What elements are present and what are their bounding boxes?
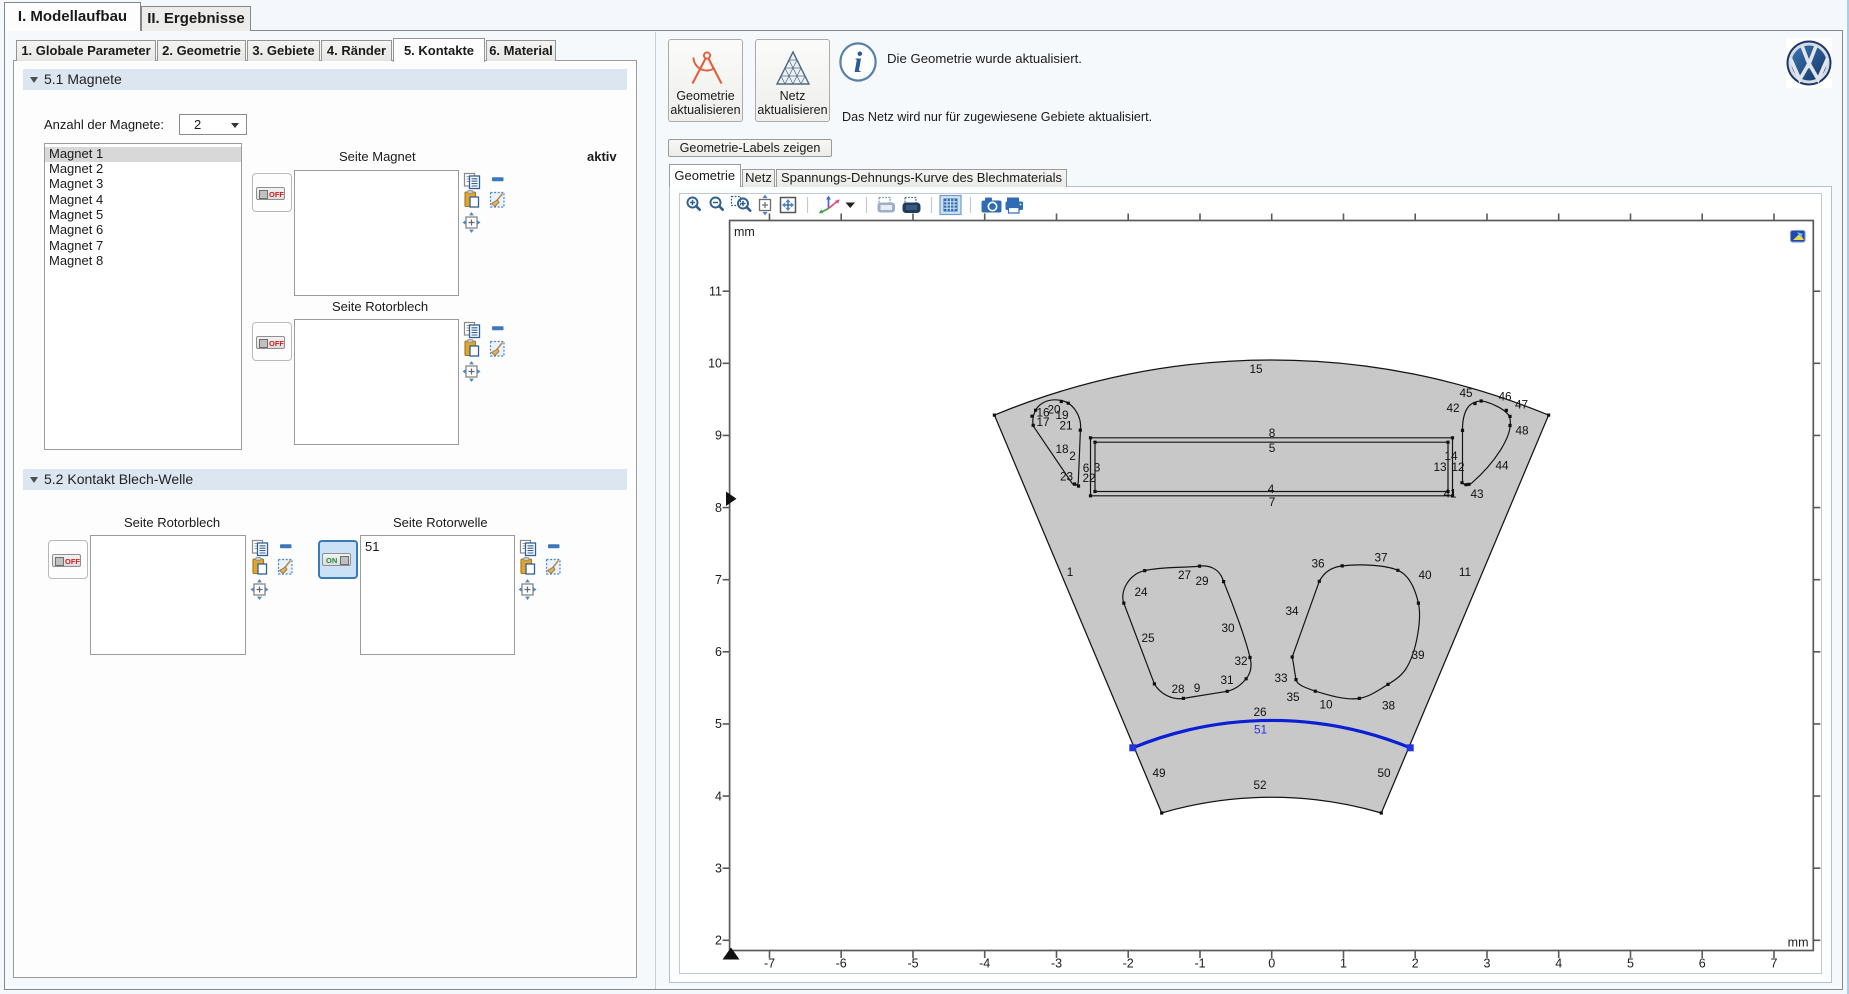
svg-text:0: 0 — [1268, 957, 1275, 971]
svg-text:2: 2 — [1412, 957, 1419, 971]
svg-text:5: 5 — [1269, 441, 1276, 455]
svg-text:mm: mm — [1788, 936, 1809, 950]
svg-text:-2: -2 — [1123, 957, 1134, 971]
svg-text:45: 45 — [1459, 386, 1473, 400]
svg-text:mm: mm — [734, 225, 755, 239]
svg-text:-7: -7 — [764, 957, 775, 971]
svg-text:-6: -6 — [836, 957, 847, 971]
svg-text:39: 39 — [1411, 648, 1424, 662]
svg-text:24: 24 — [1134, 585, 1148, 599]
svg-text:10: 10 — [708, 357, 722, 371]
svg-text:52: 52 — [1253, 778, 1266, 792]
svg-text:18: 18 — [1055, 442, 1069, 456]
svg-text:10: 10 — [1319, 698, 1333, 712]
svg-text:11: 11 — [1459, 565, 1471, 579]
svg-text:36: 36 — [1311, 557, 1325, 571]
svg-text:27: 27 — [1178, 568, 1191, 582]
svg-text:-3: -3 — [1051, 957, 1062, 971]
svg-text:30: 30 — [1221, 621, 1235, 635]
svg-text:46: 46 — [1498, 390, 1512, 404]
svg-text:42: 42 — [1446, 401, 1459, 415]
svg-text:22: 22 — [1082, 471, 1095, 485]
svg-text:51: 51 — [1254, 723, 1267, 737]
svg-text:34: 34 — [1285, 604, 1299, 618]
svg-text:7: 7 — [1269, 495, 1276, 509]
svg-text:40: 40 — [1418, 568, 1432, 582]
svg-text:2: 2 — [1069, 449, 1076, 463]
svg-text:17: 17 — [1036, 415, 1049, 429]
svg-text:8: 8 — [1269, 426, 1276, 440]
svg-text:31: 31 — [1220, 673, 1233, 687]
svg-text:2: 2 — [715, 934, 722, 948]
svg-text:3: 3 — [715, 862, 722, 876]
svg-text:7: 7 — [715, 573, 722, 587]
svg-text:5: 5 — [715, 717, 722, 731]
svg-text:11: 11 — [709, 285, 722, 299]
svg-text:28: 28 — [1171, 682, 1185, 696]
svg-text:13: 13 — [1433, 460, 1447, 474]
svg-text:6: 6 — [715, 645, 722, 659]
svg-text:48: 48 — [1515, 424, 1529, 438]
svg-text:8: 8 — [715, 501, 722, 515]
svg-text:15: 15 — [1249, 362, 1263, 376]
svg-text:-1: -1 — [1194, 957, 1205, 971]
svg-text:1: 1 — [1340, 957, 1347, 971]
svg-text:-5: -5 — [907, 957, 918, 971]
svg-text:47: 47 — [1515, 398, 1528, 412]
svg-text:5: 5 — [1627, 957, 1634, 971]
svg-text:26: 26 — [1253, 705, 1267, 719]
svg-text:33: 33 — [1274, 671, 1288, 685]
svg-text:44: 44 — [1495, 459, 1509, 473]
svg-text:4: 4 — [1555, 957, 1562, 971]
svg-text:4: 4 — [1268, 482, 1275, 496]
svg-text:43: 43 — [1470, 487, 1484, 501]
svg-text:-4: -4 — [979, 957, 990, 971]
svg-text:12: 12 — [1451, 460, 1464, 474]
svg-text:7: 7 — [1771, 957, 1778, 971]
svg-text:50: 50 — [1377, 766, 1391, 780]
svg-text:32: 32 — [1234, 654, 1247, 668]
svg-text:i: i — [854, 46, 863, 79]
svg-text:21: 21 — [1059, 419, 1072, 433]
svg-text:1: 1 — [1067, 565, 1074, 579]
svg-text:6: 6 — [1699, 957, 1706, 971]
svg-text:9: 9 — [715, 429, 722, 443]
svg-text:35: 35 — [1286, 690, 1300, 704]
svg-text:29: 29 — [1195, 574, 1208, 588]
svg-text:3: 3 — [1484, 957, 1491, 971]
svg-text:49: 49 — [1152, 766, 1165, 780]
svg-text:25: 25 — [1141, 631, 1155, 645]
svg-text:4: 4 — [715, 789, 722, 803]
svg-text:9: 9 — [1194, 681, 1201, 695]
svg-text:37: 37 — [1374, 551, 1387, 565]
svg-text:23: 23 — [1060, 470, 1074, 484]
svg-text:38: 38 — [1382, 699, 1396, 713]
svg-text:41: 41 — [1443, 487, 1456, 501]
